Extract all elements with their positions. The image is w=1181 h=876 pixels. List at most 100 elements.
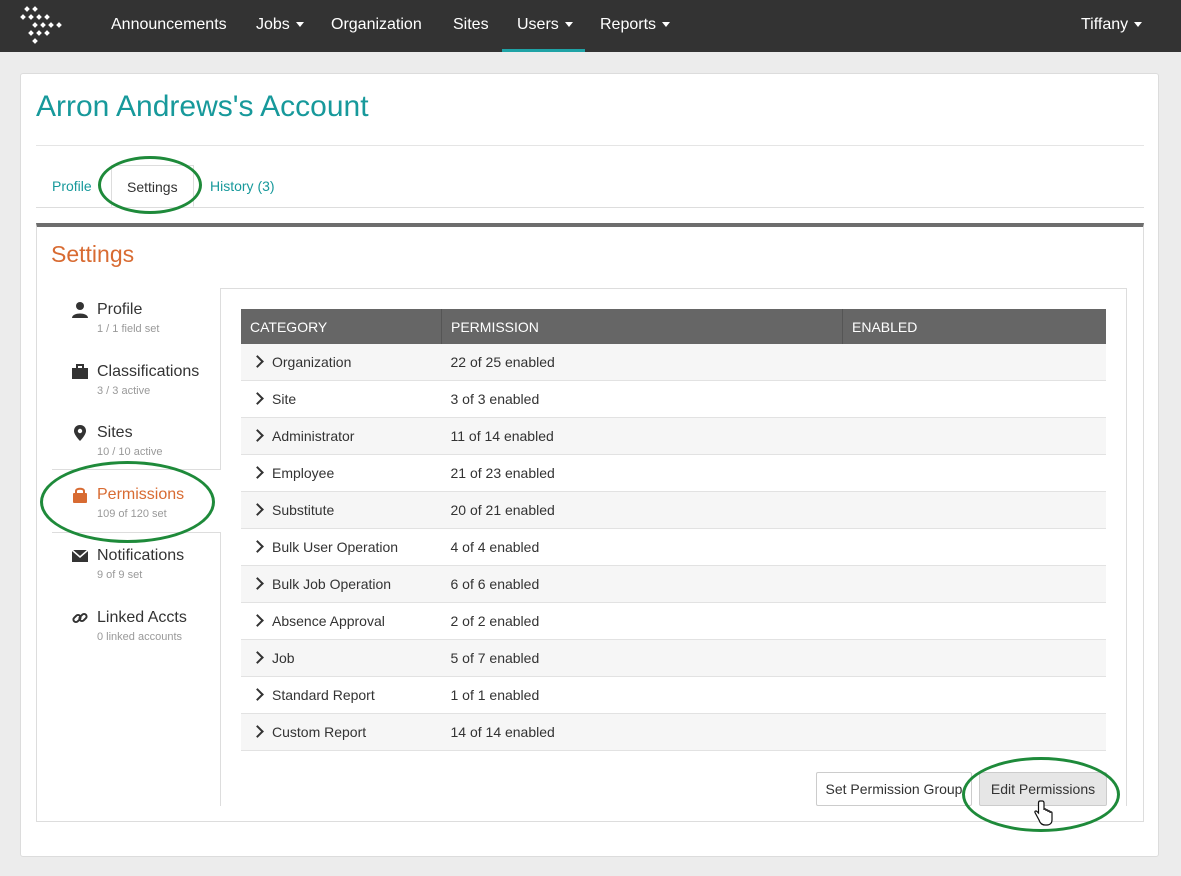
enabled-cell — [842, 528, 1106, 566]
chevron-right-icon[interactable] — [251, 576, 264, 590]
nav-users[interactable]: Users — [502, 0, 585, 52]
sidebar-item-label: Profile — [97, 301, 143, 318]
permission-cell: 1 of 1 enabled — [441, 676, 843, 714]
category-label: Custom Report — [272, 724, 367, 740]
table-row[interactable]: Absence Approval 2 of 2 enabled — [241, 602, 1106, 640]
table-row[interactable]: Substitute 20 of 21 enabled — [241, 491, 1106, 529]
category-cell[interactable]: Bulk Job Operation — [241, 565, 442, 603]
chevron-right-icon[interactable] — [251, 613, 264, 627]
category-cell[interactable]: Employee — [241, 454, 442, 492]
permission-cell: 5 of 7 enabled — [441, 639, 843, 677]
table-row[interactable]: Job 5 of 7 enabled — [241, 639, 1106, 677]
page-title: Arron Andrews's Account — [36, 90, 369, 123]
caret-down-icon — [662, 22, 671, 28]
chevron-right-icon[interactable] — [251, 502, 264, 516]
category-cell[interactable]: Administrator — [241, 417, 442, 455]
enabled-cell — [842, 713, 1106, 751]
enabled-cell — [842, 417, 1106, 455]
chevron-right-icon[interactable] — [251, 391, 264, 405]
sidebar-item-sub: 3 / 3 active — [97, 385, 151, 397]
caret-down-icon — [1134, 22, 1143, 28]
table-row[interactable]: Administrator 11 of 14 enabled — [241, 417, 1106, 455]
table-row[interactable]: Employee 21 of 23 enabled — [241, 454, 1106, 492]
category-cell[interactable]: Substitute — [241, 491, 442, 529]
permission-cell: 22 of 25 enabled — [441, 344, 843, 381]
chevron-right-icon[interactable] — [251, 687, 264, 701]
chevron-right-icon[interactable] — [251, 724, 264, 738]
lock-icon — [71, 486, 89, 504]
nav-user-menu[interactable]: Tiffany — [1081, 0, 1143, 52]
nav-jobs[interactable]: Jobs — [256, 0, 304, 52]
enabled-cell — [842, 639, 1106, 677]
table-row[interactable]: Custom Report 14 of 14 enabled — [241, 713, 1106, 751]
link-icon — [71, 609, 89, 627]
nav-jobs-label: Jobs — [256, 16, 290, 33]
set-permission-group-button[interactable]: Set Permission Group — [816, 772, 972, 806]
permission-cell: 21 of 23 enabled — [441, 454, 843, 492]
chevron-right-icon[interactable] — [251, 354, 264, 368]
sidebar-item-sub: 109 of 120 set — [97, 508, 167, 520]
sidebar-item-notifications[interactable]: Notifications 9 of 9 set — [52, 547, 221, 607]
table-row[interactable]: Bulk Job Operation 6 of 6 enabled — [241, 565, 1106, 603]
category-label: Substitute — [272, 502, 335, 518]
category-label: Job — [272, 650, 295, 666]
table-row[interactable]: Organization 22 of 25 enabled — [241, 344, 1106, 381]
briefcase-icon — [71, 363, 89, 381]
permission-cell: 14 of 14 enabled — [441, 713, 843, 751]
category-cell[interactable]: Bulk User Operation — [241, 528, 442, 566]
user-icon — [71, 301, 89, 319]
enabled-cell — [842, 454, 1106, 492]
sidebar-item-sites[interactable]: Sites 10 / 10 active — [52, 424, 221, 484]
tab-history-label: History (3) — [210, 178, 275, 194]
envelope-icon — [71, 547, 89, 565]
divider — [36, 145, 1144, 146]
table-row[interactable]: Standard Report 1 of 1 enabled — [241, 676, 1106, 714]
category-cell[interactable]: Standard Report — [241, 676, 442, 714]
category-cell[interactable]: Organization — [241, 344, 442, 381]
tab-profile-label: Profile — [52, 178, 92, 194]
category-cell[interactable]: Absence Approval — [241, 602, 442, 640]
column-header-enabled: ENABLED — [842, 309, 1106, 344]
sidebar-item-permissions[interactable]: Permissions 109 of 120 set — [52, 486, 221, 546]
sidebar-item-label: Sites — [97, 424, 133, 441]
logo-icon[interactable] — [18, 4, 64, 48]
enabled-cell — [842, 602, 1106, 640]
caret-down-icon — [564, 22, 573, 28]
chevron-right-icon[interactable] — [251, 428, 264, 442]
tab-divider — [36, 207, 1144, 208]
nav-reports[interactable]: Reports — [600, 0, 671, 52]
enabled-cell — [842, 491, 1106, 529]
tab-history[interactable]: History (3) — [210, 165, 275, 207]
enabled-cell — [842, 676, 1106, 714]
chevron-right-icon[interactable] — [251, 539, 264, 553]
nav-sites-label: Sites — [453, 16, 489, 33]
permissions-table: CATEGORY PERMISSION ENABLED Organization… — [241, 309, 1106, 751]
nav-users-label: Users — [517, 16, 559, 33]
tab-profile[interactable]: Profile — [52, 165, 92, 207]
chevron-right-icon[interactable] — [251, 465, 264, 479]
category-cell[interactable]: Site — [241, 380, 442, 418]
category-cell[interactable]: Custom Report — [241, 713, 442, 751]
sidebar-item-label: Notifications — [97, 547, 185, 564]
caret-down-icon — [295, 22, 304, 28]
table-row[interactable]: Bulk User Operation 4 of 4 enabled — [241, 528, 1106, 566]
chevron-right-icon[interactable] — [251, 650, 264, 664]
permission-cell: 4 of 4 enabled — [441, 528, 843, 566]
category-label: Standard Report — [272, 687, 375, 703]
category-label: Organization — [272, 354, 352, 370]
table-row[interactable]: Site 3 of 3 enabled — [241, 380, 1106, 418]
nav-announcements[interactable]: Announcements — [111, 0, 227, 52]
sidebar-item-profile[interactable]: Profile 1 / 1 field set — [52, 301, 221, 361]
sidebar-item-classifications[interactable]: Classifications 3 / 3 active — [52, 363, 221, 423]
nav-organization[interactable]: Organization — [331, 0, 422, 52]
enabled-cell — [842, 380, 1106, 418]
permission-cell: 2 of 2 enabled — [441, 602, 843, 640]
nav-user-name: Tiffany — [1081, 16, 1129, 33]
sidebar-item-linked-accts[interactable]: Linked Accts 0 linked accounts — [52, 609, 221, 669]
enabled-cell — [842, 565, 1106, 603]
map-marker-icon — [71, 424, 89, 442]
tab-settings[interactable]: Settings — [111, 165, 194, 207]
category-label: Absence Approval — [272, 613, 385, 629]
category-cell[interactable]: Job — [241, 639, 442, 677]
nav-sites[interactable]: Sites — [453, 0, 489, 52]
